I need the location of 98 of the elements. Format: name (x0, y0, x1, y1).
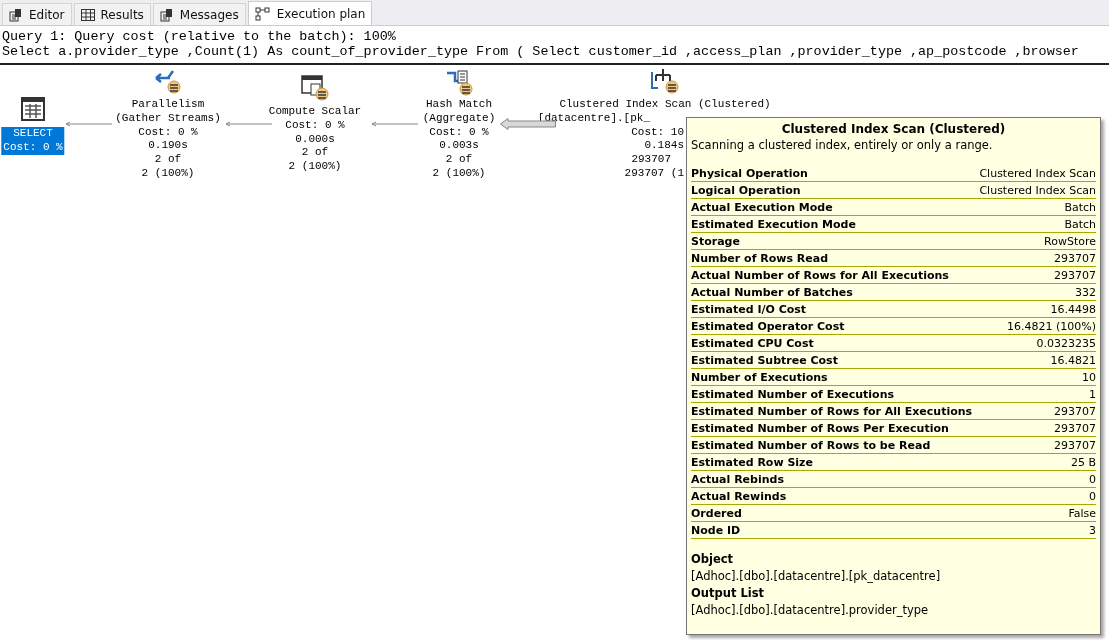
property-label: Actual Execution Mode (691, 200, 833, 215)
node-text: 0.190s (148, 139, 188, 154)
document-icon (9, 7, 23, 22)
property-value: Batch (1064, 200, 1096, 215)
node-title: Clustered Index Scan (Clustered) (559, 98, 771, 112)
node-text: Cost: 10 (631, 125, 684, 140)
property-value: 293707 (1054, 268, 1096, 283)
arrow (371, 121, 419, 127)
property-label: Storage (691, 234, 740, 249)
property-label: Estimated Execution Mode (691, 217, 856, 232)
node-text: 293707 (1 (624, 167, 684, 181)
arrow (65, 121, 113, 127)
hash-match-icon (445, 70, 473, 96)
property-value: 25 B (1070, 455, 1096, 470)
node-text: [datacentre].[pk_ (537, 111, 651, 126)
node-text: 2 of (154, 153, 182, 167)
tab[interactable]: Execution plan (247, 1, 373, 25)
property-label: Number of Executions (691, 370, 828, 385)
node-text: 2 (100%) (432, 167, 486, 181)
node-text: Cost: 0 % (285, 118, 345, 133)
window-icon (301, 75, 329, 101)
node-text: Hash Match (426, 98, 492, 112)
property-label: Actual Rewinds (691, 489, 787, 504)
property-value: Batch (1064, 217, 1096, 232)
property-value: 16.4821 (1050, 353, 1096, 368)
property-value: 293707 (1054, 438, 1096, 453)
section-heading: Output List (691, 585, 765, 602)
node-text: 293707 (631, 153, 672, 167)
plan-node-label[interactable]: [datacentre].[pk_ Cost: 10 0.184s 293707 293707 (1 (537, 111, 684, 181)
property-value: 0 (1089, 472, 1096, 487)
property-value: 16.4821 (100%) (1007, 319, 1096, 334)
tab[interactable]: Results (73, 3, 151, 25)
property-label: Estimated Number of Rows to be Read (691, 438, 931, 453)
property-value: 0.0323235 (1036, 336, 1096, 351)
node-text: 2 of (301, 146, 329, 161)
property-value: 16.4498 (1050, 302, 1096, 317)
property-value: 332 (1075, 285, 1096, 300)
node-text: Compute Scalar (268, 105, 362, 119)
node-text: 2 (100%) (288, 160, 342, 174)
property-value: 293707 (1054, 404, 1096, 419)
property-label: Actual Number of Batches (691, 285, 853, 300)
property-value: 10 (1082, 370, 1096, 385)
arrow (225, 121, 273, 127)
property-label: Estimated Number of Rows Per Execution (691, 421, 949, 436)
property-value: 0 (1089, 489, 1096, 504)
property-label: Actual Rebinds (691, 472, 784, 487)
tooltip-title: Clustered Index Scan (Clustered) (780, 122, 1007, 136)
property-value: 1 (1089, 387, 1096, 402)
property-value: 3 (1089, 523, 1096, 538)
node-text: SELECT (13, 127, 53, 141)
grid-icon (80, 8, 95, 21)
node-text: 0.003s (439, 139, 479, 154)
node-text: (Aggregate) (422, 111, 496, 126)
tab[interactable]: Messages (152, 3, 246, 25)
section-heading: Object (691, 551, 735, 568)
node-text: 2 of (445, 153, 473, 167)
plan-node-label[interactable]: Hash Match (Aggregate) Cost: 0 % 0.003s 2 of 2 (100%) (422, 98, 496, 181)
node-text: 0.184s (644, 139, 684, 154)
node-text: 2 (100%) (141, 167, 195, 181)
property-label: Estimated Number of Rows for All Executions (691, 404, 973, 419)
tab[interactable]: Editor (2, 3, 72, 25)
property-label: Logical Operation (691, 183, 801, 198)
node-text: Cost: 0 % (3, 140, 63, 155)
node-text: Cost: 0 % (138, 125, 198, 140)
parallelism-icon (154, 70, 182, 94)
property-value: Clustered Index Scan (979, 166, 1096, 181)
document-icon (159, 7, 174, 22)
node-text: 0.000s (295, 132, 335, 147)
property-label: Node ID (691, 523, 741, 538)
query-statement-text: Select a.provider_type ,Count(1) As count_of_provider_type From ( Select customer_id ,access_plan ,provider_type ,ap_postcode ,browser (2, 44, 1080, 59)
property-label: Estimated CPU Cost (691, 336, 814, 351)
plan-tree-icon (254, 6, 271, 21)
property-label: Estimated I/O Cost (691, 302, 807, 317)
plan-node-label[interactable]: Compute Scalar Cost: 0 % 0.000s 2 of 2 (100%) (268, 105, 362, 174)
selected-plan-node-label[interactable]: SELECT Cost: 0 % (1, 127, 65, 155)
property-value: False (1068, 506, 1096, 521)
property-value: RowStore (1044, 234, 1096, 249)
tooltip-description: Scanning a clustered index, entirely or only a range. (691, 138, 994, 152)
index-scan-icon (650, 68, 680, 94)
table-icon (21, 97, 45, 121)
property-value: 293707 (1054, 251, 1096, 266)
property-label: Ordered (691, 506, 742, 521)
query-cost-text: Query 1: Query cost (relative to the batch): 100% (2, 29, 397, 44)
property-label: Estimated Subtree Cost (691, 353, 838, 368)
node-text: Parallelism (131, 98, 205, 112)
section-value: [Adhoc].[dbo].[datacentre].[pk_datacentre] (691, 568, 942, 585)
plan-node-label[interactable]: Parallelism (Gather Streams) Cost: 0 % 0.190s 2 of 2 (100%) (115, 98, 221, 181)
property-label: Estimated Operator Cost (691, 319, 845, 334)
property-label: Estimated Number of Executions (691, 387, 895, 402)
property-label: Estimated Row Size (691, 455, 813, 470)
node-text: (Gather Streams) (115, 111, 221, 126)
property-label: Physical Operation (691, 166, 808, 181)
property-label: Number of Rows Read (691, 251, 829, 266)
section-value: [Adhoc].[dbo].[datacentre].provider_type (691, 602, 930, 619)
property-value: 293707 (1054, 421, 1096, 436)
property-label: Actual Number of Rows for All Executions (691, 268, 949, 283)
property-value: Clustered Index Scan (979, 183, 1096, 198)
node-text: Cost: 0 % (429, 125, 489, 140)
